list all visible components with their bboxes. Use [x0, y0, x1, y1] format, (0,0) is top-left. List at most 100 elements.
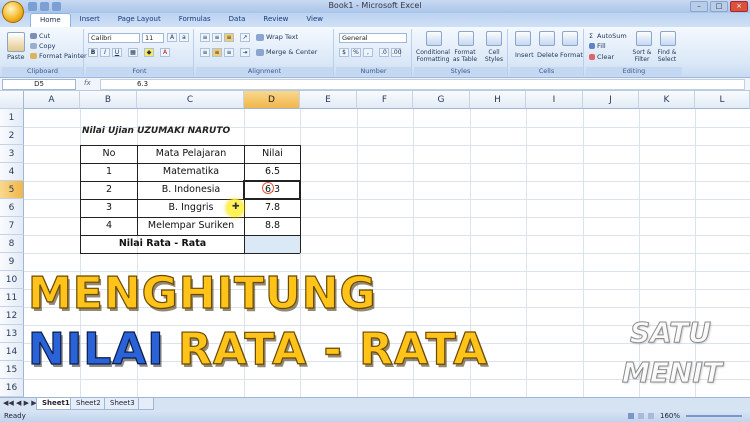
tab-view[interactable]: View	[297, 13, 332, 27]
wrap-text-button[interactable]: Wrap Text	[266, 33, 298, 41]
column-header-f[interactable]: F	[357, 91, 413, 109]
sheet-tab-2[interactable]: Sheet2	[70, 398, 107, 410]
row-header-9[interactable]: 9	[0, 253, 24, 271]
font-name-select[interactable]: Calibri	[88, 33, 140, 43]
tab-data[interactable]: Data	[220, 13, 255, 27]
save-icon[interactable]	[28, 2, 37, 11]
format-painter-button[interactable]: Format Painter	[39, 52, 87, 60]
row-header-7[interactable]: 7	[0, 217, 24, 235]
font-color-icon[interactable]: A	[160, 48, 170, 57]
copy-button[interactable]: Copy	[39, 42, 56, 50]
undo-icon[interactable]	[40, 2, 49, 11]
find-select-icon[interactable]	[660, 31, 676, 46]
cell-styles-button[interactable]: Cell Styles	[482, 49, 506, 63]
format-as-table-button[interactable]: Format as Table	[452, 49, 478, 63]
column-header-l[interactable]: L	[695, 91, 750, 109]
align-right-icon[interactable]: ≡	[224, 48, 234, 57]
bold-button[interactable]: B	[88, 48, 98, 57]
column-header-i[interactable]: I	[526, 91, 583, 109]
page-break-view-icon[interactable]	[648, 413, 654, 419]
sheet-title-cell[interactable]: Nilai Ujian UZUMAKI NARUTO	[82, 126, 230, 136]
column-header-d[interactable]: D	[244, 91, 300, 109]
paste-button[interactable]: Paste	[7, 53, 25, 61]
currency-icon[interactable]: $	[339, 48, 349, 57]
row-header-16[interactable]: 16	[0, 379, 24, 397]
cell-no[interactable]: 1	[81, 163, 137, 181]
conditional-formatting-button[interactable]: Conditional Formatting	[416, 49, 450, 63]
format-cells-button[interactable]: Format	[560, 51, 583, 59]
header-score[interactable]: Nilai	[245, 145, 300, 163]
column-header-e[interactable]: E	[300, 91, 357, 109]
column-header-b[interactable]: B	[80, 91, 137, 109]
cell-score[interactable]: 7.8	[245, 199, 300, 217]
align-center-icon[interactable]: ≡	[212, 48, 222, 57]
redo-icon[interactable]	[52, 2, 61, 11]
align-left-icon[interactable]: ≡	[200, 48, 210, 57]
row-header-13[interactable]: 13	[0, 325, 24, 343]
align-bottom-icon[interactable]: ≡	[224, 33, 234, 42]
shrink-font-button[interactable]: a	[179, 33, 189, 42]
increase-decimal-icon[interactable]: .0	[379, 48, 389, 57]
cell-no[interactable]: 4	[81, 217, 137, 235]
cell-score[interactable]: 6.5	[245, 163, 300, 181]
close-button[interactable]: ×	[730, 1, 748, 12]
tab-formulas[interactable]: Formulas	[170, 13, 220, 27]
row-header-6[interactable]: 6	[0, 199, 24, 217]
function-icon[interactable]: fx	[84, 79, 91, 87]
orientation-icon[interactable]: ↗	[240, 33, 250, 42]
tab-home[interactable]: Home	[30, 13, 71, 27]
row-header-5[interactable]: 5	[0, 181, 24, 199]
sort-filter-button[interactable]: Sort & Filter	[630, 49, 654, 63]
borders-icon[interactable]: ▦	[128, 48, 138, 57]
cell-subject[interactable]: B. Indonesia	[138, 181, 244, 199]
header-subject[interactable]: Mata Pelajaran	[138, 145, 244, 163]
cell-score[interactable]: 8.8	[245, 217, 300, 235]
fill-button[interactable]: Fill	[597, 42, 606, 50]
maximize-button[interactable]: □	[710, 1, 728, 12]
underline-button[interactable]: U	[112, 48, 122, 57]
column-header-h[interactable]: H	[470, 91, 526, 109]
name-box[interactable]: D5	[2, 79, 76, 90]
sort-filter-icon[interactable]	[636, 31, 652, 46]
cell-no[interactable]: 3	[81, 199, 137, 217]
grow-font-button[interactable]: A	[167, 33, 177, 42]
office-button[interactable]	[2, 1, 24, 23]
delete-cells-button[interactable]: Delete	[537, 51, 558, 59]
merge-center-button[interactable]: Merge & Center	[266, 48, 317, 56]
italic-button[interactable]: I	[100, 48, 110, 57]
column-header-c[interactable]: C	[137, 91, 244, 109]
delete-cells-icon[interactable]	[539, 31, 555, 46]
percent-icon[interactable]: %	[351, 48, 361, 57]
row-header-12[interactable]: 12	[0, 307, 24, 325]
insert-cells-icon[interactable]	[515, 31, 531, 46]
cut-button[interactable]: Cut	[39, 32, 50, 40]
cell-no[interactable]: 2	[81, 181, 137, 199]
conditional-formatting-icon[interactable]	[426, 31, 442, 46]
row-header-10[interactable]: 10	[0, 271, 24, 289]
column-header-k[interactable]: K	[639, 91, 695, 109]
format-cells-icon[interactable]	[562, 31, 578, 46]
column-header-g[interactable]: G	[413, 91, 470, 109]
cell-subject[interactable]: Matematika	[138, 163, 244, 181]
insert-cells-button[interactable]: Insert	[515, 51, 534, 59]
normal-view-icon[interactable]	[628, 413, 634, 419]
fill-color-icon[interactable]: ◆	[144, 48, 154, 57]
decrease-decimal-icon[interactable]: .00	[391, 48, 402, 57]
find-select-button[interactable]: Find & Select	[654, 49, 680, 63]
format-as-table-icon[interactable]	[458, 31, 474, 46]
insert-sheet-icon[interactable]	[138, 398, 154, 410]
zoom-slider[interactable]	[686, 415, 742, 417]
column-header-a[interactable]: A	[24, 91, 80, 109]
align-middle-icon[interactable]: ≡	[212, 33, 222, 42]
cell-subject[interactable]: Melempar Suriken	[138, 217, 244, 235]
autosum-button[interactable]: AutoSum	[597, 32, 627, 40]
tab-insert[interactable]: Insert	[71, 13, 109, 27]
formula-input[interactable]: 6.3	[100, 79, 745, 90]
row-header-2[interactable]: 2	[0, 127, 24, 145]
paste-icon[interactable]	[7, 32, 25, 52]
indent-icon[interactable]: ⇥	[240, 48, 250, 57]
align-top-icon[interactable]: ≡	[200, 33, 210, 42]
row-header-15[interactable]: 15	[0, 361, 24, 379]
average-label-cell[interactable]: Nilai Rata - Rata	[81, 235, 244, 253]
font-size-select[interactable]: 11	[142, 33, 164, 43]
